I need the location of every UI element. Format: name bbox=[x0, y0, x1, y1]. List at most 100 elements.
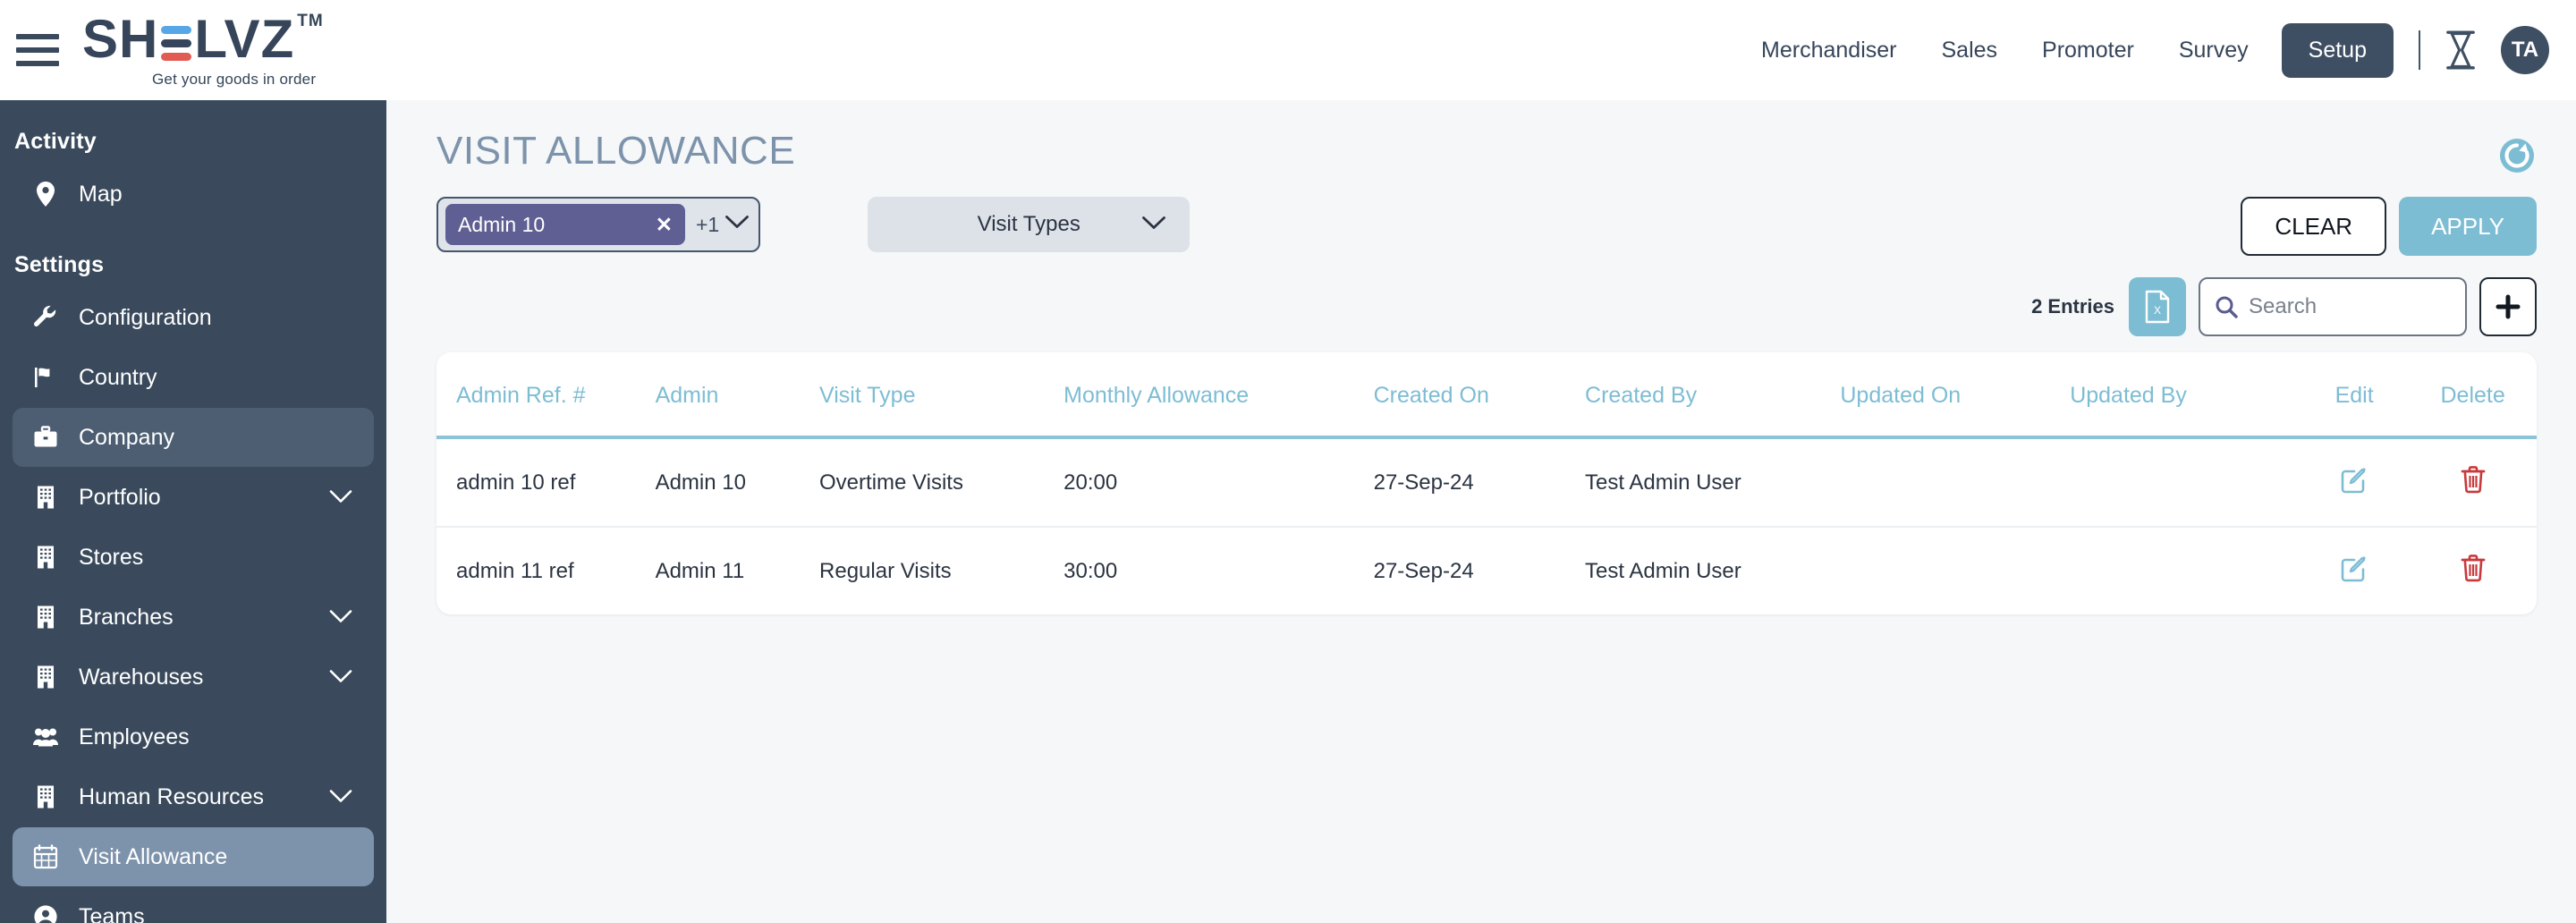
hamburger-line bbox=[16, 61, 59, 66]
sidebar-item-teams[interactable]: Teams bbox=[13, 887, 374, 923]
cell-edit bbox=[2300, 527, 2409, 614]
hamburger-menu-icon[interactable] bbox=[16, 32, 59, 68]
top-navigation: Merchandiser Sales Promoter Survey Setup… bbox=[1739, 22, 2576, 78]
edit-pencil-icon[interactable] bbox=[2339, 464, 2369, 495]
sidebar-item-country[interactable]: Country bbox=[13, 348, 374, 407]
sidebar-item-label: Visit Allowance bbox=[79, 843, 228, 869]
sidebar-item-portfolio[interactable]: Portfolio bbox=[13, 468, 374, 527]
cell-created-by: Test Admin User bbox=[1585, 437, 1841, 528]
more-count-label: +1 bbox=[696, 212, 720, 236]
column-header-updated-on[interactable]: Updated On bbox=[1840, 352, 2071, 439]
nav-button-setup[interactable]: Setup bbox=[2281, 22, 2394, 78]
nav-link-sales[interactable]: Sales bbox=[1919, 38, 2020, 64]
sidebar-item-label: Configuration bbox=[79, 304, 212, 330]
trash-icon[interactable] bbox=[2459, 464, 2487, 495]
building-icon bbox=[25, 545, 66, 570]
brand-logo[interactable]: SH LVZ TM Get your goods in order bbox=[82, 8, 324, 89]
cell-admin-ref: admin 10 ref bbox=[436, 437, 656, 528]
cell-admin-ref: admin 11 ref bbox=[456, 558, 574, 583]
search-input[interactable] bbox=[2249, 294, 2451, 319]
column-header-created-by[interactable]: Created By bbox=[1585, 352, 1841, 439]
table-row[interactable]: admin 11 ref Admin 11 Regular Visits 30:… bbox=[436, 527, 2537, 614]
chevron-down-icon[interactable] bbox=[1141, 212, 1166, 237]
sidebar-item-company[interactable]: Company bbox=[13, 408, 374, 467]
building-icon bbox=[25, 605, 66, 630]
sidebar-item-label: Stores bbox=[79, 544, 144, 570]
add-button[interactable] bbox=[2479, 277, 2537, 336]
brand-equals-mark bbox=[161, 13, 192, 66]
avatar[interactable]: TA bbox=[2501, 26, 2549, 74]
cell-edit bbox=[2300, 437, 2410, 528]
chevron-down-icon[interactable] bbox=[724, 215, 750, 234]
chevron-down-icon[interactable] bbox=[329, 665, 352, 690]
hamburger-line bbox=[16, 47, 59, 53]
column-header-admin-ref[interactable]: Admin Ref. # bbox=[436, 352, 656, 439]
cell-updated-on bbox=[1840, 437, 2071, 528]
nav-link-promoter[interactable]: Promoter bbox=[2020, 38, 2157, 64]
brand-text-right: LVZ bbox=[194, 8, 295, 69]
excel-file-icon[interactable]: X bbox=[2129, 277, 2186, 336]
close-icon[interactable]: ✕ bbox=[656, 213, 673, 237]
building-icon bbox=[25, 784, 66, 809]
sidebar-item-label: Human Resources bbox=[79, 783, 265, 809]
table-row[interactable]: admin 10 ref Admin 10 Overtime Visits 20… bbox=[436, 437, 2537, 528]
sidebar-item-label: Warehouses bbox=[79, 664, 204, 690]
admin-multiselect[interactable]: Admin 10 ✕ +1 bbox=[436, 197, 761, 252]
cell-admin: Admin 10 bbox=[655, 437, 820, 528]
chevron-down-icon[interactable] bbox=[329, 485, 352, 511]
nav-divider bbox=[2419, 30, 2420, 70]
column-header-updated-by[interactable]: Updated By bbox=[2070, 352, 2300, 439]
table-body: admin 10 ref Admin 10 Overtime Visits 20… bbox=[436, 437, 2537, 614]
cell-delete bbox=[2409, 527, 2537, 614]
hourglass-icon[interactable] bbox=[2445, 30, 2476, 71]
column-header-admin[interactable]: Admin bbox=[655, 352, 820, 439]
visit-types-dropdown-label: Visit Types bbox=[977, 212, 1080, 236]
column-header-edit: Edit bbox=[2300, 352, 2410, 439]
column-header-delete: Delete bbox=[2409, 352, 2537, 439]
building-icon bbox=[25, 665, 66, 690]
cell-updated-by bbox=[2070, 437, 2300, 528]
edit-pencil-icon[interactable] bbox=[2339, 553, 2369, 583]
sidebar-item-warehouses[interactable]: Warehouses bbox=[13, 648, 374, 707]
trash-icon[interactable] bbox=[2459, 553, 2487, 583]
chevron-down-icon[interactable] bbox=[329, 784, 352, 810]
sidebar-item-employees[interactable]: Employees bbox=[13, 707, 374, 766]
column-header-created-on[interactable]: Created On bbox=[1373, 352, 1586, 439]
clear-button[interactable]: CLEAR bbox=[2241, 197, 2387, 256]
building-icon bbox=[25, 485, 66, 510]
column-header-visit-type[interactable]: Visit Type bbox=[819, 352, 1064, 439]
column-header-monthly-allowance[interactable]: Monthly Allowance bbox=[1063, 352, 1374, 439]
visit-types-dropdown[interactable]: Visit Types bbox=[868, 197, 1191, 252]
sidebar-item-map[interactable]: Map bbox=[13, 165, 374, 224]
sidebar-item-label: Teams bbox=[79, 903, 145, 923]
chevron-down-icon[interactable] bbox=[329, 605, 352, 631]
cell-updated-by bbox=[2070, 527, 2300, 614]
sidebar-item-branches[interactable]: Branches bbox=[13, 588, 374, 647]
cell-created-on: 27-Sep-24 bbox=[1373, 437, 1586, 528]
sidebar-item-stores[interactable]: Stores bbox=[13, 528, 374, 587]
sidebar-item-label: Branches bbox=[79, 604, 174, 630]
cell-created-on: 27-Sep-24 bbox=[1373, 558, 1474, 583]
refresh-icon[interactable] bbox=[2497, 136, 2537, 175]
sidebar-item-label: Country bbox=[79, 364, 157, 390]
app-root: SH LVZ TM Get your goods in order Mercha… bbox=[0, 0, 2576, 923]
table-toolbar: 2 Entries X bbox=[386, 252, 2576, 336]
cell-visit-type: Overtime Visits bbox=[819, 437, 1064, 528]
brand-wordmark: SH LVZ TM bbox=[82, 8, 324, 69]
sidebar-item-configuration[interactable]: Configuration bbox=[13, 288, 374, 347]
nav-link-survey[interactable]: Survey bbox=[2157, 38, 2271, 64]
sidebar-section-activity: Activity bbox=[14, 129, 97, 154]
entries-count: 2 Entries bbox=[2031, 295, 2114, 318]
cell-monthly-allowance: 20:00 bbox=[1063, 437, 1374, 528]
calendar-icon bbox=[25, 844, 66, 869]
sidebar-item-visit-allowance[interactable]: Visit Allowance bbox=[13, 827, 374, 886]
table-head: Admin Ref. # Admin Visit Type Monthly Al… bbox=[436, 352, 2537, 439]
chip-label: Admin 10 bbox=[458, 212, 546, 236]
sidebar-item-human-resources[interactable]: Human Resources bbox=[13, 767, 374, 826]
search-box[interactable] bbox=[2199, 277, 2467, 336]
table-card: Admin Ref. # Admin Visit Type Monthly Al… bbox=[436, 352, 2537, 614]
nav-link-merchandiser[interactable]: Merchandiser bbox=[1739, 38, 1919, 64]
selected-chip-admin[interactable]: Admin 10 ✕ bbox=[445, 204, 685, 245]
apply-button[interactable]: APPLY bbox=[2399, 197, 2537, 256]
cell-monthly-allowance: 30:00 bbox=[1063, 558, 1118, 583]
